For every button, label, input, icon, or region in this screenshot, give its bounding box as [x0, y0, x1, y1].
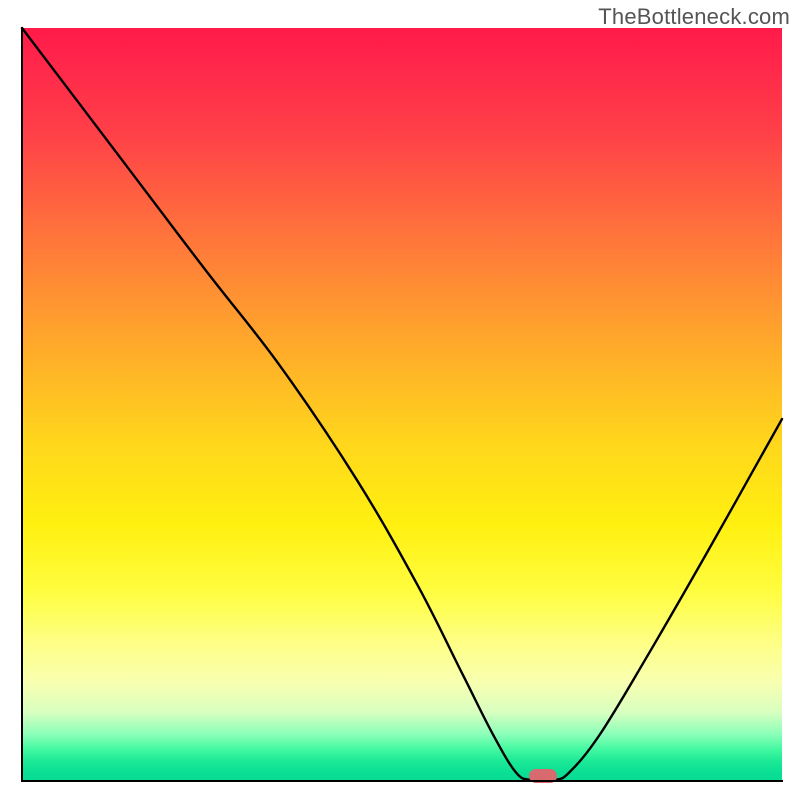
plot-area	[22, 28, 782, 780]
bottleneck-chart: TheBottleneck.com	[0, 0, 800, 800]
bottleneck-curve	[22, 28, 782, 780]
y-axis	[21, 28, 23, 782]
x-axis	[21, 780, 783, 782]
watermark-label: TheBottleneck.com	[598, 4, 790, 30]
